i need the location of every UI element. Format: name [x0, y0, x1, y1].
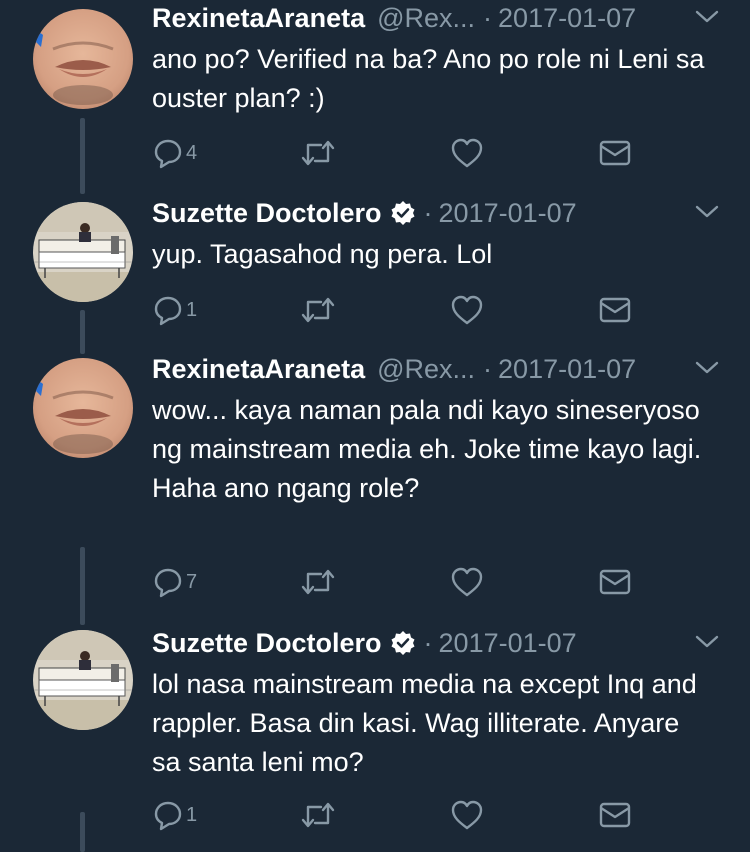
like-button[interactable]: [450, 564, 484, 600]
verified-badge-icon: [391, 631, 415, 655]
avatar[interactable]: [33, 630, 133, 730]
tweet-actions: 1: [152, 797, 642, 833]
reply-icon: [154, 139, 182, 169]
separator-dot: ·: [483, 353, 493, 384]
tweet-header: Suzette Doctolero · 2017-01-07: [152, 625, 577, 661]
direct-message-button[interactable]: [598, 292, 632, 328]
avatar[interactable]: [33, 9, 133, 109]
tweet-date[interactable]: 2017-01-07: [439, 198, 577, 229]
display-name[interactable]: Suzette Doctolero: [152, 198, 382, 229]
chevron-down-icon[interactable]: [694, 631, 720, 651]
direct-message-button[interactable]: [598, 135, 632, 171]
retweet-button[interactable]: [300, 564, 336, 600]
reply-button[interactable]: 7: [152, 564, 197, 600]
reply-button[interactable]: 1: [152, 797, 197, 833]
retweet-icon: [301, 140, 335, 166]
chevron-down-icon[interactable]: [694, 357, 720, 377]
direct-message-icon: [599, 802, 631, 828]
chevron-down-icon[interactable]: [694, 201, 720, 221]
like-icon: [451, 567, 483, 597]
tweet-actions: 7: [152, 564, 642, 600]
reply-count: 1: [186, 298, 198, 321]
reply-count: 7: [186, 570, 198, 593]
display-name[interactable]: Suzette Doctolero: [152, 628, 382, 659]
chevron-down-icon[interactable]: [694, 6, 720, 26]
retweet-button[interactable]: [300, 292, 336, 328]
like-icon: [451, 295, 483, 325]
reply-button[interactable]: 4: [152, 135, 197, 171]
retweet-icon: [301, 569, 335, 595]
separator-dot: ·: [423, 627, 433, 658]
separator-dot: ·: [483, 2, 493, 33]
reply-count: 1: [186, 803, 198, 826]
verified-badge-icon: [391, 201, 415, 225]
reply-button[interactable]: 1: [152, 292, 197, 328]
tweet-thread: RexinetaAraneta @Rex... · 2017-01-07 ano…: [0, 0, 750, 852]
tweet-header: RexinetaAraneta @Rex... · 2017-01-07: [152, 0, 636, 36]
retweet-button[interactable]: [300, 135, 336, 171]
display-name[interactable]: RexinetaAraneta: [152, 354, 365, 385]
tweet-actions: 4: [152, 135, 642, 171]
tweet-date[interactable]: 2017-01-07: [498, 3, 636, 34]
like-button[interactable]: [450, 797, 484, 833]
tweet-header: Suzette Doctolero · 2017-01-07: [152, 195, 577, 231]
separator-dot: ·: [423, 197, 433, 228]
reply-icon: [154, 296, 182, 326]
tweet-header: RexinetaAraneta @Rex... · 2017-01-07: [152, 351, 636, 387]
like-button[interactable]: [450, 135, 484, 171]
direct-message-icon: [599, 297, 631, 323]
reply-icon: [154, 801, 182, 831]
retweet-button[interactable]: [300, 797, 336, 833]
tweet-date[interactable]: 2017-01-07: [498, 354, 636, 385]
reply-icon: [154, 568, 182, 598]
direct-message-button[interactable]: [598, 564, 632, 600]
tweet-actions: 1: [152, 292, 642, 328]
display-name[interactable]: RexinetaAraneta: [152, 3, 365, 34]
tweet[interactable]: RexinetaAraneta @Rex... · 2017-01-07 ano…: [0, 0, 750, 195]
tweet[interactable]: RexinetaAraneta @Rex... · 2017-01-07 wow…: [0, 351, 750, 625]
user-handle[interactable]: @Rex...: [377, 354, 475, 385]
like-button[interactable]: [450, 292, 484, 328]
tweet[interactable]: Suzette Doctolero · 2017-01-07 yup. Taga…: [0, 195, 750, 351]
avatar[interactable]: [33, 358, 133, 458]
like-icon: [451, 138, 483, 168]
avatar[interactable]: [33, 202, 133, 302]
tweet-text: wow... kaya naman pala ndi kayo sinesery…: [152, 395, 702, 503]
tweet[interactable]: Suzette Doctolero · 2017-01-07 lol nasa …: [0, 625, 750, 852]
retweet-icon: [301, 297, 335, 323]
direct-message-icon: [599, 140, 631, 166]
reply-count: 4: [186, 141, 198, 164]
tweet-text: yup. Tagasahod ng pera. Lol: [152, 239, 493, 269]
direct-message-button[interactable]: [598, 797, 632, 833]
user-handle[interactable]: @Rex...: [377, 3, 475, 34]
direct-message-icon: [599, 569, 631, 595]
tweet-text: ano po? Verified na ba? Ano po role ni L…: [152, 44, 705, 113]
like-icon: [451, 800, 483, 830]
tweet-text: lol nasa mainstream media na except Inq …: [152, 669, 697, 777]
tweet-date[interactable]: 2017-01-07: [439, 628, 577, 659]
retweet-icon: [301, 802, 335, 828]
